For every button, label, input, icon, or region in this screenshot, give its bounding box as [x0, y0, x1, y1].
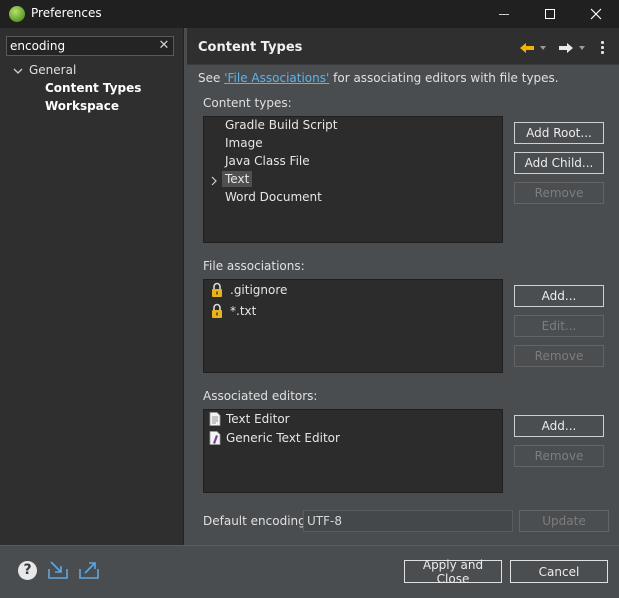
maximize-icon: [545, 9, 555, 19]
apply-and-close-button[interactable]: Apply and Close: [404, 558, 502, 586]
see-file-associations-note: See 'File Associations' for associating …: [198, 71, 559, 85]
remove-editor-button[interactable]: Remove: [514, 445, 604, 467]
see-prefix: See: [198, 71, 221, 85]
help-icon[interactable]: ?: [18, 561, 37, 580]
cancel-button[interactable]: Cancel: [510, 560, 608, 583]
import-icon[interactable]: [47, 560, 69, 580]
chevron-down-icon[interactable]: [12, 65, 24, 77]
minimize-icon: [499, 13, 509, 15]
minimize-button[interactable]: [481, 0, 527, 28]
window-title: Preferences: [31, 6, 102, 20]
editor-item[interactable]: Text Editor: [226, 412, 290, 426]
back-button[interactable]: [519, 40, 546, 56]
content-type-item[interactable]: Image: [225, 136, 263, 150]
content-type-item-selected[interactable]: Text: [222, 171, 253, 187]
clear-icon[interactable]: ✕: [157, 38, 171, 54]
lock-icon: [212, 303, 222, 318]
default-encoding-label: Default encoding:: [203, 514, 310, 528]
file-association-item[interactable]: *.txt: [230, 304, 256, 318]
remove-content-type-button[interactable]: Remove: [514, 182, 604, 204]
edit-file-association-button[interactable]: Edit...: [514, 315, 604, 337]
content-type-item[interactable]: Gradle Build Script: [225, 118, 337, 132]
bottom-separator: [0, 545, 619, 546]
maximize-button[interactable]: [527, 0, 573, 28]
text-file-icon: [209, 412, 221, 426]
add-child-button[interactable]: Add Child...: [514, 152, 604, 174]
chevron-right-icon[interactable]: [210, 176, 218, 186]
tree-item-general[interactable]: General: [29, 63, 76, 77]
spring-leaf-icon: [9, 6, 25, 22]
file-association-item[interactable]: .gitignore: [230, 283, 287, 297]
tree-item-workspace[interactable]: Workspace: [45, 99, 119, 113]
content-types-label: Content types:: [203, 96, 292, 110]
chevron-down-icon: [579, 46, 585, 50]
chevron-down-icon: [540, 46, 546, 50]
associated-editors-label: Associated editors:: [203, 389, 318, 403]
page-title: Content Types: [198, 40, 303, 55]
default-encoding-field[interactable]: [303, 510, 513, 532]
file-associations-link[interactable]: 'File Associations': [224, 71, 329, 85]
generic-editor-icon: [209, 431, 221, 445]
add-root-button[interactable]: Add Root...: [514, 122, 604, 144]
filter-input[interactable]: [6, 36, 174, 56]
tree-item-content-types[interactable]: Content Types: [45, 81, 141, 95]
close-button[interactable]: [573, 0, 619, 28]
close-icon: [590, 8, 602, 20]
editor-item[interactable]: Generic Text Editor: [226, 431, 340, 445]
content-type-item[interactable]: Word Document: [225, 190, 322, 204]
forward-button[interactable]: [558, 40, 585, 56]
content-type-item[interactable]: Java Class File: [225, 154, 310, 168]
see-suffix: for associating editors with file types.: [333, 71, 559, 85]
back-arrow-icon: [520, 43, 534, 53]
lock-icon: [212, 282, 222, 297]
add-editor-button[interactable]: Add...: [514, 415, 604, 437]
forward-arrow-icon: [559, 43, 573, 53]
export-icon[interactable]: [78, 560, 100, 580]
file-associations-label: File associations:: [203, 259, 305, 273]
update-button[interactable]: Update: [519, 510, 609, 532]
view-menu-icon[interactable]: [598, 39, 606, 57]
remove-file-association-button[interactable]: Remove: [514, 345, 604, 367]
add-file-association-button[interactable]: Add...: [514, 285, 604, 307]
